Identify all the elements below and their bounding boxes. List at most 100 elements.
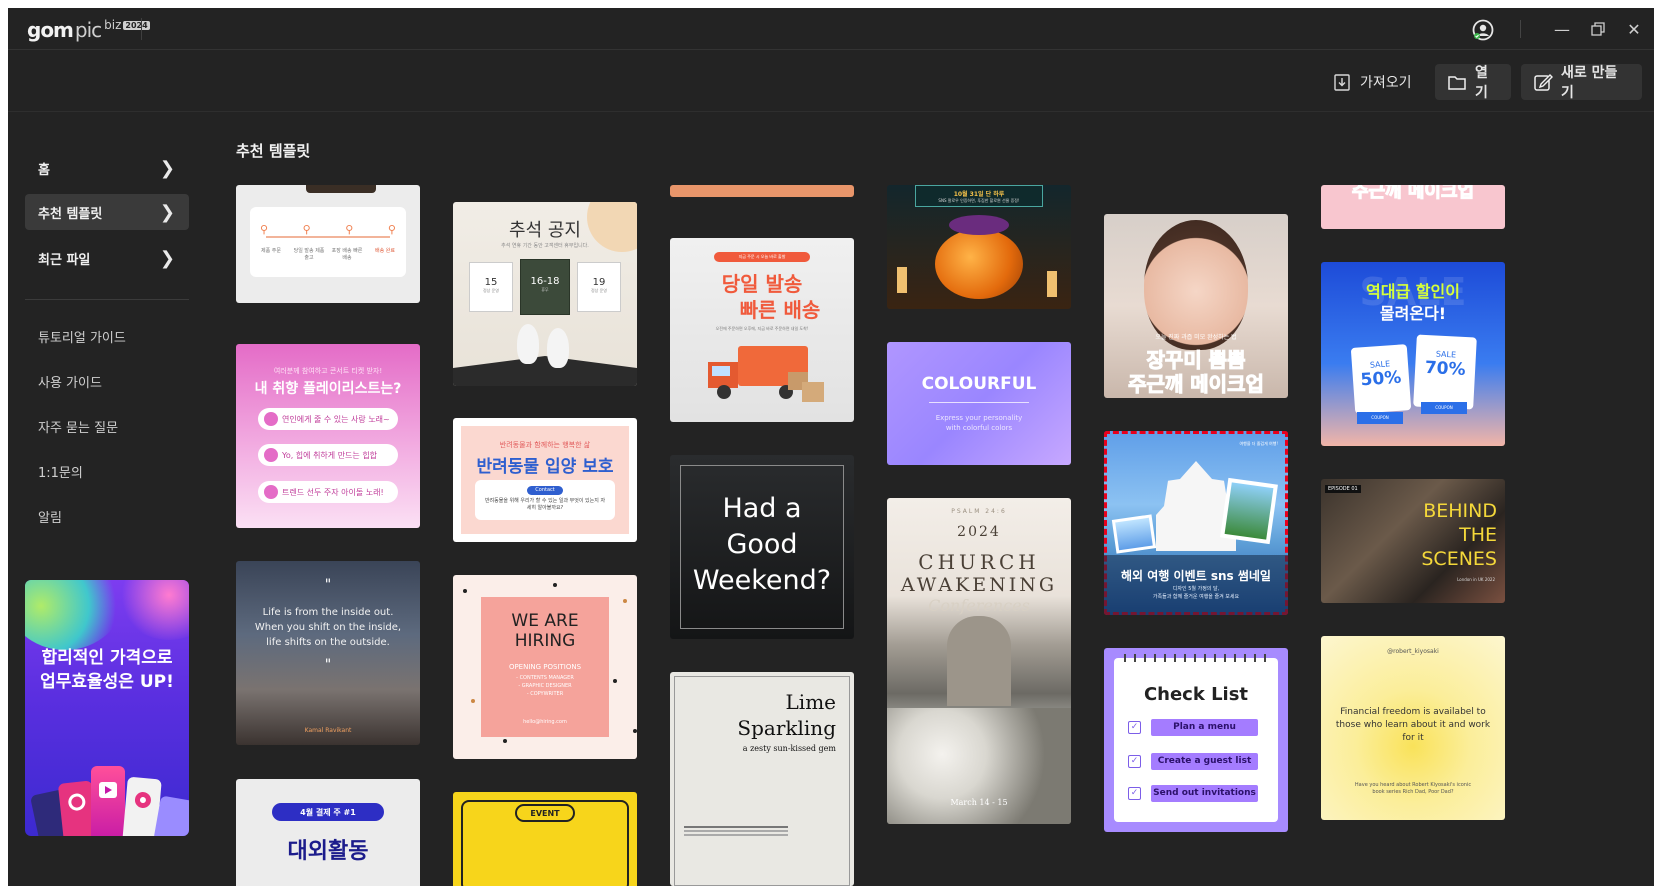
- makeup-tagline: 오늘 진짜 과즙 미모 완성하는 법: [1155, 334, 1237, 341]
- chevron-right-icon: ❯: [159, 201, 175, 223]
- template-card-playlist[interactable]: 여러분께 참여하고 콘서트 티켓 받자! 내 취향 플레이리스트는? 연인에게 …: [236, 344, 420, 528]
- activity-title: 대외활동: [287, 839, 369, 864]
- sidebar-item-label: 추천 템플릿: [38, 206, 103, 222]
- sidebar-item-label: 홈: [38, 162, 50, 178]
- close-icon: ✕: [1627, 19, 1641, 39]
- close-button[interactable]: ✕: [1620, 16, 1648, 42]
- sidebar-item-recent[interactable]: 최근 파일 ❯: [25, 240, 189, 276]
- sidebar-link-inquiry[interactable]: 1:1문의: [38, 462, 83, 481]
- sidebar-link-user-guide[interactable]: 사용 가이드: [38, 372, 102, 391]
- steps-labels: 제품 주문 당일 발송 제품 출고 포장 배송 빠른 배송 배송 완료: [254, 247, 402, 261]
- pet-adopt-button: Contact: [527, 486, 563, 495]
- logo-year: 2024: [123, 21, 150, 30]
- restore-icon: [1591, 22, 1605, 36]
- sidebar-item-label: 최근 파일: [38, 252, 91, 268]
- bts-line-1: BEHIND: [1423, 500, 1497, 522]
- church-script: Conferences: [928, 596, 1030, 615]
- hiring-email: hello@hiring.com: [523, 719, 567, 725]
- sidebar-divider: [25, 299, 189, 300]
- new-button[interactable]: 새로 만들기: [1521, 64, 1642, 101]
- sidebar-item-recommended[interactable]: 추천 템플릿 ❯: [25, 194, 189, 230]
- pin-icon: ⚲: [302, 223, 311, 236]
- template-card-checklist[interactable]: Check List ✓ Plan a menu ✓ Create a guest …: [1104, 648, 1288, 832]
- pet-adopt-title: 반려동물 입양 보호: [476, 457, 614, 477]
- template-card-quote[interactable]: " Life is from the inside out. When you …: [236, 561, 420, 745]
- quote-mark-close: ": [324, 657, 332, 673]
- template-card-delivery-steps[interactable]: ⚲ ⚲ ⚲ ⚲ 제품 주문 당일 발송 제품 출고 포장 배송 빠른 배송 배송…: [236, 185, 420, 303]
- template-card-sale[interactable]: SALE 역대급 할인이 몰려온다! SALE 50% SALE 70% COU…: [1321, 262, 1505, 446]
- sameday-title-1: 당일 발송: [721, 272, 803, 296]
- coupon-value: 70%: [1424, 357, 1466, 381]
- template-card-weekend[interactable]: Had a Good Weekend?: [670, 455, 854, 639]
- app-logo: gom pic biz 2024: [27, 18, 150, 42]
- coupon-card: SALE 70%: [1413, 334, 1477, 410]
- sidebar-link-notice[interactable]: 알림: [38, 507, 62, 526]
- import-button[interactable]: 가져오기: [1320, 64, 1424, 100]
- account-icon[interactable]: [1471, 18, 1495, 42]
- restore-button[interactable]: [1584, 16, 1612, 42]
- sidebar-link-faq[interactable]: 자주 묻는 질문: [38, 417, 118, 436]
- church-tower: [947, 616, 1011, 706]
- sidebar-item-home[interactable]: 홈 ❯: [25, 150, 189, 186]
- colourful-title: COLOURFUL: [921, 374, 1037, 394]
- template-card-church[interactable]: PSALM 24:6 2024 CHURCH AWAKENING Confere…: [887, 498, 1071, 824]
- template-card-pet-adopt[interactable]: 반려동물과 함께하는 행복한 삶 반려동물 입양 보호 Contact 반려동물…: [453, 418, 637, 542]
- date-status: 정상 운영: [591, 288, 607, 293]
- chevron-right-icon: ❯: [159, 247, 175, 269]
- minimize-button[interactable]: —: [1548, 16, 1576, 42]
- app-window: gom pic biz 2024 — ✕ 가져오기 열기 새로 만들기 홈 ❯ …: [8, 8, 1654, 886]
- coupon-tag: COUPON: [1421, 402, 1467, 414]
- sale-title-1: 역대급 할인이: [1366, 282, 1460, 301]
- finance-note: Have you heard about Robert Kiyosaki's i…: [1354, 782, 1472, 795]
- partial-makeup-title: 주근깨 메이크업: [1351, 185, 1475, 203]
- chuseok-title: 추석 공지: [509, 220, 581, 241]
- template-card-partial-makeup[interactable]: 주근깨 메이크업: [1321, 185, 1505, 229]
- template-card-event[interactable]: EVENT: [453, 792, 637, 886]
- template-card-chuseok[interactable]: 추석 공지 추석 연휴 기간 동안 고객센터 휴무입니다. 15 정상 운영 1…: [453, 202, 637, 386]
- template-card-partial[interactable]: [670, 185, 854, 197]
- template-card-behind-scenes[interactable]: EPISODE 01 BEHIND THE SCENES London in U…: [1321, 479, 1505, 603]
- date-box-highlight: 16-18 휴무: [520, 259, 570, 315]
- lime-text-lines: [684, 826, 788, 828]
- promo-banner[interactable]: 합리적인 가격으로 업무효율성은 UP!: [25, 580, 189, 836]
- colourful-divider: [929, 402, 1029, 403]
- truck-illustration: [306, 185, 376, 193]
- checklist-item-label: Plan a menu: [1151, 718, 1258, 736]
- finance-handle: @robert_kiyosaki: [1387, 648, 1439, 655]
- template-card-finance[interactable]: @robert_kiyosaki Financial freedom is av…: [1321, 636, 1505, 820]
- template-card-hiring[interactable]: WE ARE HIRING OPENING POSITIONS - CONTEN…: [453, 575, 637, 759]
- bts-line-3: SCENES: [1421, 548, 1497, 570]
- promo-text: 합리적인 가격으로 업무효율성은 UP!: [25, 646, 189, 694]
- step-label: 제품 주문: [261, 248, 281, 254]
- template-card-halloween[interactable]: 10월 31일 단 하루 SNS 팔로우 인증하면, 푸짐한 할로윈 선물 증정…: [887, 185, 1071, 309]
- church-title-2: AWAKENING: [900, 574, 1058, 596]
- makeup-title-2: 주근깨 메이크업: [1128, 372, 1265, 397]
- promo-card: [91, 766, 125, 836]
- date-box: 19 정상 운영: [577, 262, 621, 312]
- halloween-tag: 10월 31일 단 하루: [953, 191, 1005, 198]
- template-card-travel[interactable]: 여행을 더 즐겁게 여행! 해외 여행 이벤트 sns 썸네일 디자인 5월 가…: [1104, 431, 1288, 615]
- sidebar-link-tutorial[interactable]: 튜토리얼 가이드: [38, 327, 126, 346]
- new-label: 새로 만들기: [1561, 65, 1618, 101]
- colourful-subtitle-2: with colorful colors: [945, 424, 1013, 432]
- open-button[interactable]: 열기: [1435, 64, 1511, 101]
- promo-decoration: [25, 580, 125, 650]
- checklist-item-label: Send out invitations: [1151, 784, 1258, 802]
- quote-mark: ": [324, 577, 332, 593]
- template-card-lime[interactable]: Lime Sparkling a zesty sun-kissed gem: [670, 672, 854, 886]
- quote-text: Life is from the inside out. When you sh…: [254, 607, 402, 648]
- template-card-makeup[interactable]: 오늘 진짜 과즙 미모 완성하는 법 장꾸미 뿜뿜 주근깨 메이크업: [1104, 214, 1288, 398]
- template-card-activity[interactable]: 4월 결제 주 #1 대외활동: [236, 779, 420, 886]
- lime-title-1: Lime: [785, 690, 836, 714]
- checklist-item-label: Create a guest list: [1151, 752, 1258, 770]
- template-card-sameday[interactable]: 지금 주문 시 오늘 바로 출발 당일 발송 빠른 배송 오전에 주문하면 오후…: [670, 238, 854, 422]
- template-card-colourful[interactable]: COLOURFUL Express your personality with …: [887, 342, 1071, 465]
- spiral-binding: [1124, 654, 1268, 662]
- bts-episode: EPISODE 01: [1325, 485, 1361, 493]
- date-value: 16-18: [530, 276, 560, 287]
- template-grid: ⚲ ⚲ ⚲ ⚲ 제품 주문 당일 발송 제품 출고 포장 배송 빠른 배송 배송…: [236, 185, 1654, 886]
- sidebar: 홈 ❯ 추천 템플릿 ❯ 최근 파일 ❯ 튜토리얼 가이드 사용 가이드 자주 …: [25, 112, 189, 886]
- steps-markers: ⚲ ⚲ ⚲ ⚲: [260, 223, 396, 236]
- colourful-subtitle-1: Express your personality: [935, 414, 1023, 422]
- sale-title-2: 몰려온다!: [1379, 304, 1447, 323]
